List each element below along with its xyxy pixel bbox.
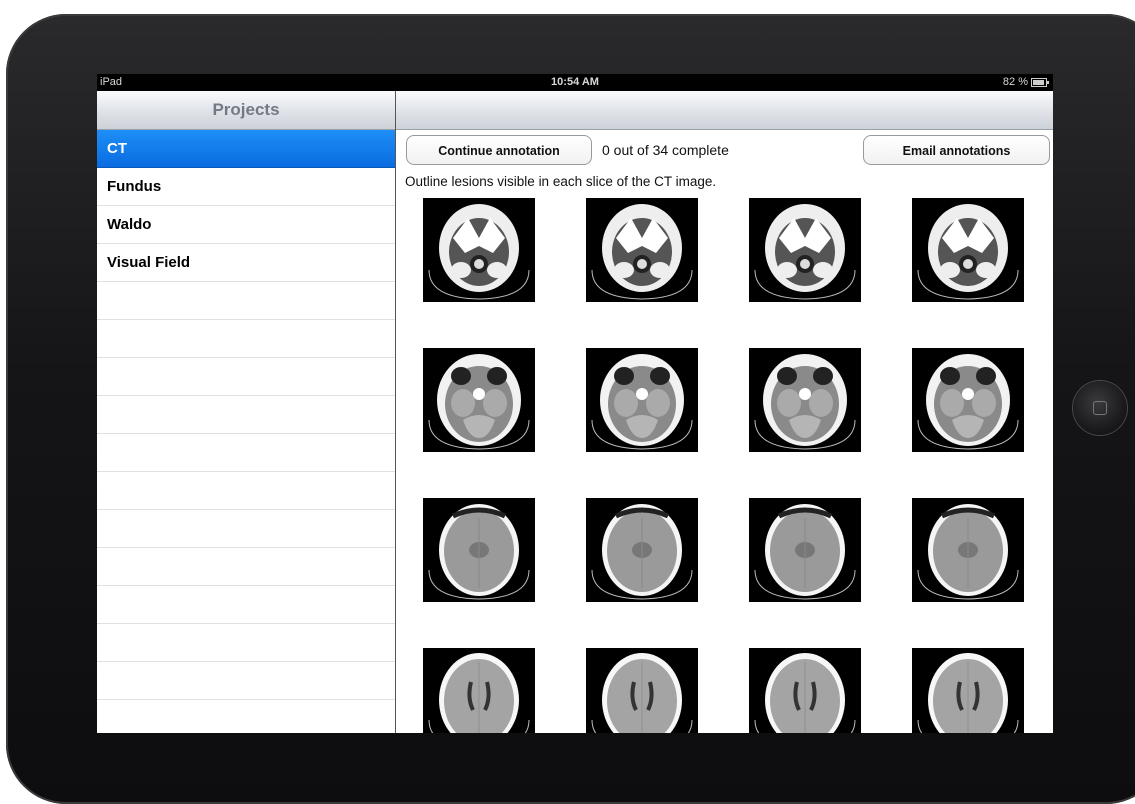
empty-row [97, 472, 395, 510]
ct-slice-thumbnail[interactable] [749, 348, 861, 452]
empty-row [97, 320, 395, 358]
ct-slice-thumbnail[interactable] [586, 648, 698, 733]
ct-slice-thumbnail[interactable] [586, 498, 698, 602]
battery-icon [1031, 77, 1049, 87]
project-item-waldo[interactable]: Waldo [97, 206, 395, 244]
ct-slice-thumbnail[interactable] [423, 348, 535, 452]
projects-nav-bar: Projects [97, 91, 395, 130]
empty-row [97, 548, 395, 586]
empty-row [97, 396, 395, 434]
continue-annotation-button[interactable]: Continue annotation [406, 135, 592, 165]
ct-slice-thumbnail[interactable] [749, 198, 861, 302]
empty-row [97, 510, 395, 548]
project-item-visual-field[interactable]: Visual Field [97, 244, 395, 282]
empty-row [97, 624, 395, 662]
ct-slice-thumbnail[interactable] [749, 498, 861, 602]
email-annotations-button[interactable]: Email annotations [863, 135, 1050, 165]
battery-indicator: 82 % [1002, 76, 1049, 88]
ct-slice-thumbnail[interactable] [912, 348, 1024, 452]
progress-text: 0 out of 34 complete [602, 142, 729, 158]
ct-slice-thumbnail[interactable] [586, 198, 698, 302]
ct-slice-thumbnail[interactable] [423, 498, 535, 602]
empty-row [97, 358, 395, 396]
project-item-ct[interactable]: CT [97, 130, 395, 168]
project-item-label: Waldo [107, 216, 152, 233]
status-bar: iPad 10:54 AM 82 % [97, 74, 1053, 91]
project-list: CT Fundus Waldo Visual Field [97, 130, 395, 700]
project-item-label: CT [107, 140, 127, 157]
project-item-fundus[interactable]: Fundus [97, 168, 395, 206]
detail-nav-bar [396, 91, 1053, 130]
project-item-label: Fundus [107, 178, 162, 195]
ct-slice-thumbnail[interactable] [423, 648, 535, 733]
battery-percent: 82 % [1002, 76, 1028, 88]
detail-panel: Continue annotation 0 out of 34 complete… [396, 91, 1053, 733]
ct-slice-thumbnail[interactable] [912, 498, 1024, 602]
ct-slice-thumbnail[interactable] [912, 198, 1024, 302]
status-time: 10:54 AM [551, 76, 599, 88]
ct-slice-thumbnail[interactable] [586, 348, 698, 452]
instruction-text: Outline lesions visible in each slice of… [405, 174, 717, 189]
ct-slice-thumbnail[interactable] [423, 198, 535, 302]
project-item-label: Visual Field [107, 254, 191, 271]
home-square-icon [1093, 401, 1107, 415]
projects-panel: Projects CT Fundus Waldo Visual Field [97, 91, 396, 733]
ipad-screen: iPad 10:54 AM 82 % Projects CT Fundus Wa… [97, 74, 1053, 733]
projects-title: Projects [212, 100, 280, 119]
ct-slice-thumbnail[interactable] [749, 648, 861, 733]
ct-slice-thumbnail[interactable] [912, 648, 1024, 733]
empty-row [97, 662, 395, 700]
empty-row [97, 282, 395, 320]
empty-row [97, 586, 395, 624]
empty-row [97, 434, 395, 472]
